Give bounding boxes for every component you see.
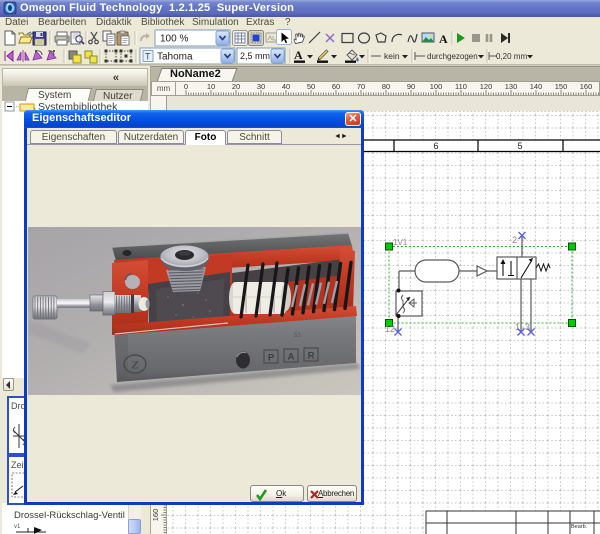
svg-text:Zei: Zei <box>11 460 24 470</box>
svg-text:6: 6 <box>433 141 438 151</box>
svg-text:0,20 mm: 0,20 mm <box>496 52 527 61</box>
svg-text:0: 0 <box>184 82 188 91</box>
svg-text:v1: v1 <box>14 524 21 530</box>
svg-text:A: A <box>439 32 448 46</box>
svg-text:5: 5 <box>517 141 522 151</box>
svg-text:12: 12 <box>385 324 395 334</box>
svg-text:R: R <box>308 351 315 362</box>
svg-text:130: 130 <box>505 82 518 91</box>
svg-text:100: 100 <box>430 82 443 91</box>
svg-text:140: 140 <box>530 82 543 91</box>
svg-text:Bearb.: Bearb. <box>571 524 588 530</box>
svg-text:Z: Z <box>130 358 139 372</box>
svg-text:A: A <box>294 48 303 62</box>
svg-text:durchgezogen: durchgezogen <box>427 52 478 61</box>
svg-text:2: 2 <box>512 235 517 245</box>
svg-text:110: 110 <box>455 82 467 91</box>
svg-text:kein: kein <box>384 51 400 61</box>
svg-text:80: 80 <box>382 82 390 91</box>
svg-text:50: 50 <box>307 82 315 91</box>
svg-text:T: T <box>145 52 151 62</box>
svg-text:100 %: 100 % <box>160 34 188 45</box>
svg-text:2,5 mm: 2,5 mm <box>240 51 270 61</box>
svg-text:40: 40 <box>282 82 290 91</box>
svg-text:30: 30 <box>257 82 265 91</box>
svg-text:90: 90 <box>407 82 415 91</box>
svg-text:70: 70 <box>357 82 365 91</box>
svg-text:1V1: 1V1 <box>393 238 408 247</box>
svg-text:150: 150 <box>555 82 568 91</box>
svg-text:160: 160 <box>580 82 593 91</box>
svg-text:120: 120 <box>480 82 493 91</box>
svg-text:53: 53 <box>294 333 301 339</box>
svg-text:A: A <box>288 352 295 363</box>
svg-text:160: 160 <box>151 509 160 522</box>
svg-text:Tahoma: Tahoma <box>157 52 193 63</box>
svg-text:20: 20 <box>232 82 240 91</box>
svg-text:P: P <box>268 353 275 364</box>
svg-text:60: 60 <box>332 82 340 91</box>
svg-text:10: 10 <box>207 82 215 91</box>
